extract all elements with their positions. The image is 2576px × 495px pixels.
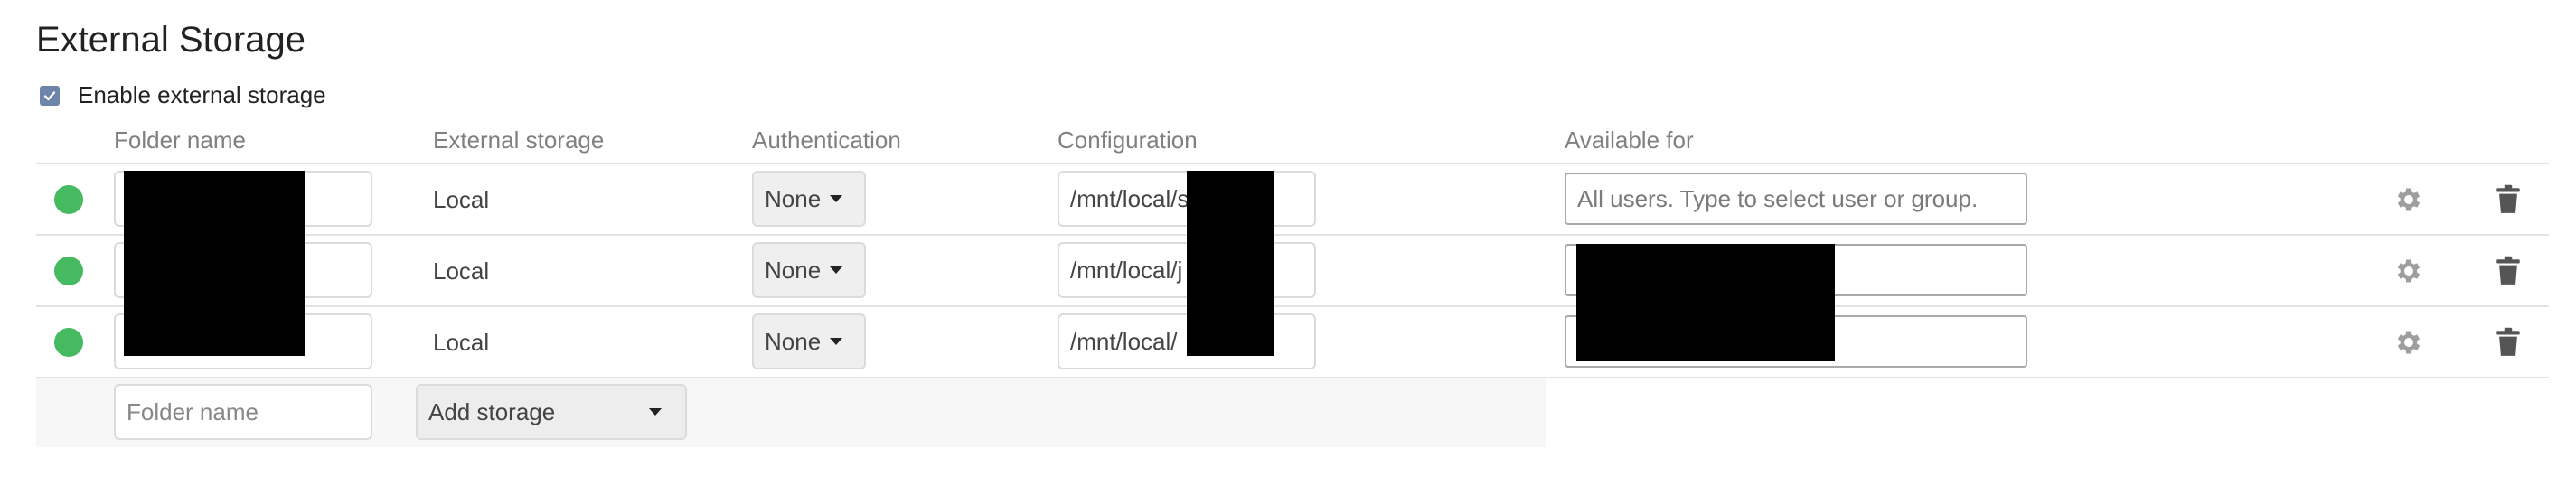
new-folder-name-placeholder: Folder name xyxy=(127,397,259,425)
status-dot-icon[interactable] xyxy=(54,257,83,285)
gear-icon[interactable] xyxy=(2393,256,2424,286)
header-folder-name: Folder name xyxy=(114,126,246,154)
redaction-block xyxy=(1187,171,1274,356)
table-header: Folder name External storage Authenticat… xyxy=(36,119,2549,163)
caret-down-icon xyxy=(649,408,662,416)
external-storage-table: Folder name External storage Authenticat… xyxy=(36,119,2549,447)
authentication-select[interactable]: None xyxy=(752,313,866,369)
available-for-placeholder: All users. Type to select user or group. xyxy=(1577,184,1979,212)
storage-type: Local xyxy=(433,329,490,356)
caret-down-icon xyxy=(830,195,843,202)
status-dot-icon[interactable] xyxy=(54,328,83,357)
add-storage-select[interactable]: Add storage xyxy=(416,384,687,440)
authentication-select[interactable]: None xyxy=(752,171,866,227)
enable-external-storage-checkbox[interactable] xyxy=(40,85,60,106)
caret-down-icon xyxy=(830,338,843,345)
add-storage-row: Folder name Add storage xyxy=(36,378,1546,447)
authentication-select[interactable]: None xyxy=(752,242,866,298)
redaction-block xyxy=(124,171,305,356)
gear-icon[interactable] xyxy=(2393,184,2424,215)
available-for-input[interactable]: All users. Type to select user or group. xyxy=(1565,173,2027,225)
table-row: Local None /mnt/local/ xyxy=(36,305,2549,378)
trash-icon[interactable] xyxy=(2495,327,2522,358)
table-row: Local None /mnt/local/j xyxy=(36,234,2549,305)
storage-type: Local xyxy=(433,257,490,285)
status-dot-icon[interactable] xyxy=(54,185,83,214)
trash-icon[interactable] xyxy=(2495,184,2522,215)
header-available-for: Available for xyxy=(1565,126,1694,154)
page-title: External Storage xyxy=(36,20,306,60)
caret-down-icon xyxy=(830,266,843,274)
gear-icon[interactable] xyxy=(2393,327,2424,358)
redaction-block xyxy=(1576,244,1835,361)
trash-icon[interactable] xyxy=(2495,256,2522,286)
enable-external-storage-row[interactable]: Enable external storage xyxy=(40,81,326,109)
storage-type: Local xyxy=(433,186,490,213)
new-folder-name-input[interactable]: Folder name xyxy=(114,384,372,440)
header-external-storage: External storage xyxy=(433,126,605,154)
checkmark-icon xyxy=(43,90,56,100)
table-row: Local None /mnt/local/s All users. Type … xyxy=(36,163,2549,234)
header-authentication: Authentication xyxy=(752,126,901,154)
header-configuration: Configuration xyxy=(1058,126,1198,154)
enable-external-storage-label[interactable]: Enable external storage xyxy=(78,81,326,109)
